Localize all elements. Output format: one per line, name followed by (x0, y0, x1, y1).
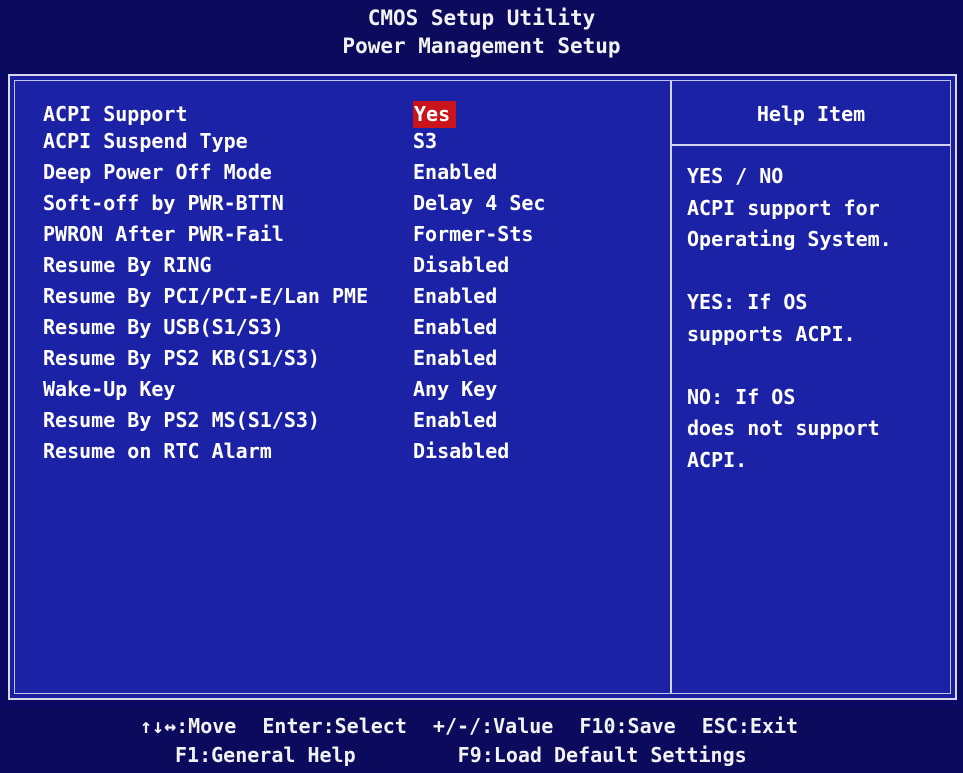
setting-label: PWRON After PWR-Fail (43, 222, 284, 246)
help-line: does not support (687, 416, 880, 440)
help-title: Help Item (756, 102, 866, 126)
setting-value-selected[interactable]: Yes (413, 101, 457, 128)
header: CMOS Setup Utility Power Management Setu… (0, 0, 963, 72)
key-hint-value: +/-/:Value (432, 714, 554, 738)
key-hint-load-defaults: F9:Load Default Settings (457, 743, 747, 767)
setting-label: ACPI Suspend Type (43, 129, 248, 153)
key-legend-line-1: ↑↓↔:Move Enter:Select +/-/:Value F10:Sav… (140, 714, 798, 738)
setting-value[interactable]: S3 (413, 126, 437, 157)
setting-label: Resume By PS2 MS(S1/S3) (43, 408, 320, 432)
help-line: Operating System. (687, 227, 892, 251)
setting-row-resume-usb[interactable]: Resume By USB(S1/S3) Enabled (43, 312, 663, 343)
setting-row-deep-power-off[interactable]: Deep Power Off Mode Enabled (43, 157, 663, 188)
help-line: supports ACPI. (687, 321, 856, 346)
main-panel: ACPI Support Yes ACPI Suspend Type S3 De… (14, 80, 951, 694)
setting-row-acpi-support[interactable]: ACPI Support Yes (43, 99, 663, 128)
setting-value[interactable]: Enabled (413, 405, 497, 436)
key-legend: ↑↓↔:Move Enter:Select +/-/:Value F10:Sav… (0, 708, 963, 773)
help-line (687, 256, 947, 288)
help-line: ACPI. (687, 447, 748, 472)
setting-row-wake-up-key[interactable]: Wake-Up Key Any Key (43, 374, 663, 405)
app-title: CMOS Setup Utility (367, 6, 596, 30)
setting-value[interactable]: Delay 4 Sec (413, 188, 545, 219)
setting-label: Resume By PCI/PCI-E/Lan PME (43, 284, 369, 308)
help-divider-horizontal (672, 144, 950, 146)
help-line: NO: If OS (687, 384, 796, 409)
setting-label: Soft-off by PWR-BTTN (43, 191, 284, 215)
setting-value[interactable]: Enabled (413, 312, 497, 343)
setting-row-resume-ring[interactable]: Resume By RING Disabled (43, 250, 663, 281)
setting-label: Resume By USB(S1/S3) (43, 315, 284, 339)
key-hint-select: Enter:Select (262, 714, 407, 738)
setting-label: Wake-Up Key (43, 377, 176, 401)
setting-value[interactable]: Any Key (413, 374, 497, 405)
setting-label: Resume By RING (43, 253, 212, 277)
setting-value[interactable]: Enabled (413, 157, 497, 188)
setting-value[interactable]: Enabled (413, 281, 497, 312)
setting-value[interactable]: Former-Sts (413, 219, 533, 250)
settings-list: ACPI Support Yes ACPI Suspend Type S3 De… (43, 99, 663, 467)
key-hint-exit: ESC:Exit (701, 714, 799, 738)
help-line: YES: If OS (687, 290, 808, 314)
help-line: YES / NO (687, 164, 784, 188)
setting-row-pwron-after-fail[interactable]: PWRON After PWR-Fail Former-Sts (43, 219, 663, 250)
setting-label: Resume on RTC Alarm (43, 439, 272, 463)
help-line (687, 350, 947, 382)
setting-row-resume-ps2-kb[interactable]: Resume By PS2 KB(S1/S3) Enabled (43, 343, 663, 374)
setting-value[interactable]: Enabled (413, 343, 497, 374)
setting-row-acpi-suspend-type[interactable]: ACPI Suspend Type S3 (43, 126, 663, 157)
setting-row-soft-off[interactable]: Soft-off by PWR-BTTN Delay 4 Sec (43, 188, 663, 219)
help-text: YES / NO ACPI support for Operating System… (687, 161, 947, 476)
setting-value[interactable]: Disabled (413, 250, 509, 281)
key-hint-save: F10:Save (579, 714, 676, 738)
main-frame: ACPI Support Yes ACPI Suspend Type S3 De… (8, 74, 957, 700)
setting-row-resume-rtc-alarm[interactable]: Resume on RTC Alarm Disabled (43, 436, 663, 467)
key-hint-move: ↑↓↔:Move (140, 714, 237, 738)
help-line: ACPI support for (687, 195, 880, 220)
setting-value[interactable]: Disabled (413, 436, 509, 467)
key-legend-line-2: F1:General Help F9:Load Default Settings (175, 743, 747, 767)
page-title: Power Management Setup (342, 34, 621, 58)
setting-label: Resume By PS2 KB(S1/S3) (43, 346, 320, 370)
setting-row-resume-pci[interactable]: Resume By PCI/PCI-E/Lan PME Enabled (43, 281, 663, 312)
bios-screen: CMOS Setup Utility Power Management Setu… (0, 0, 963, 773)
setting-label: Deep Power Off Mode (43, 160, 272, 184)
panel-divider-vertical (670, 81, 672, 693)
key-hint-help: F1:General Help (175, 743, 356, 767)
setting-row-resume-ps2-ms[interactable]: Resume By PS2 MS(S1/S3) Enabled (43, 405, 663, 436)
